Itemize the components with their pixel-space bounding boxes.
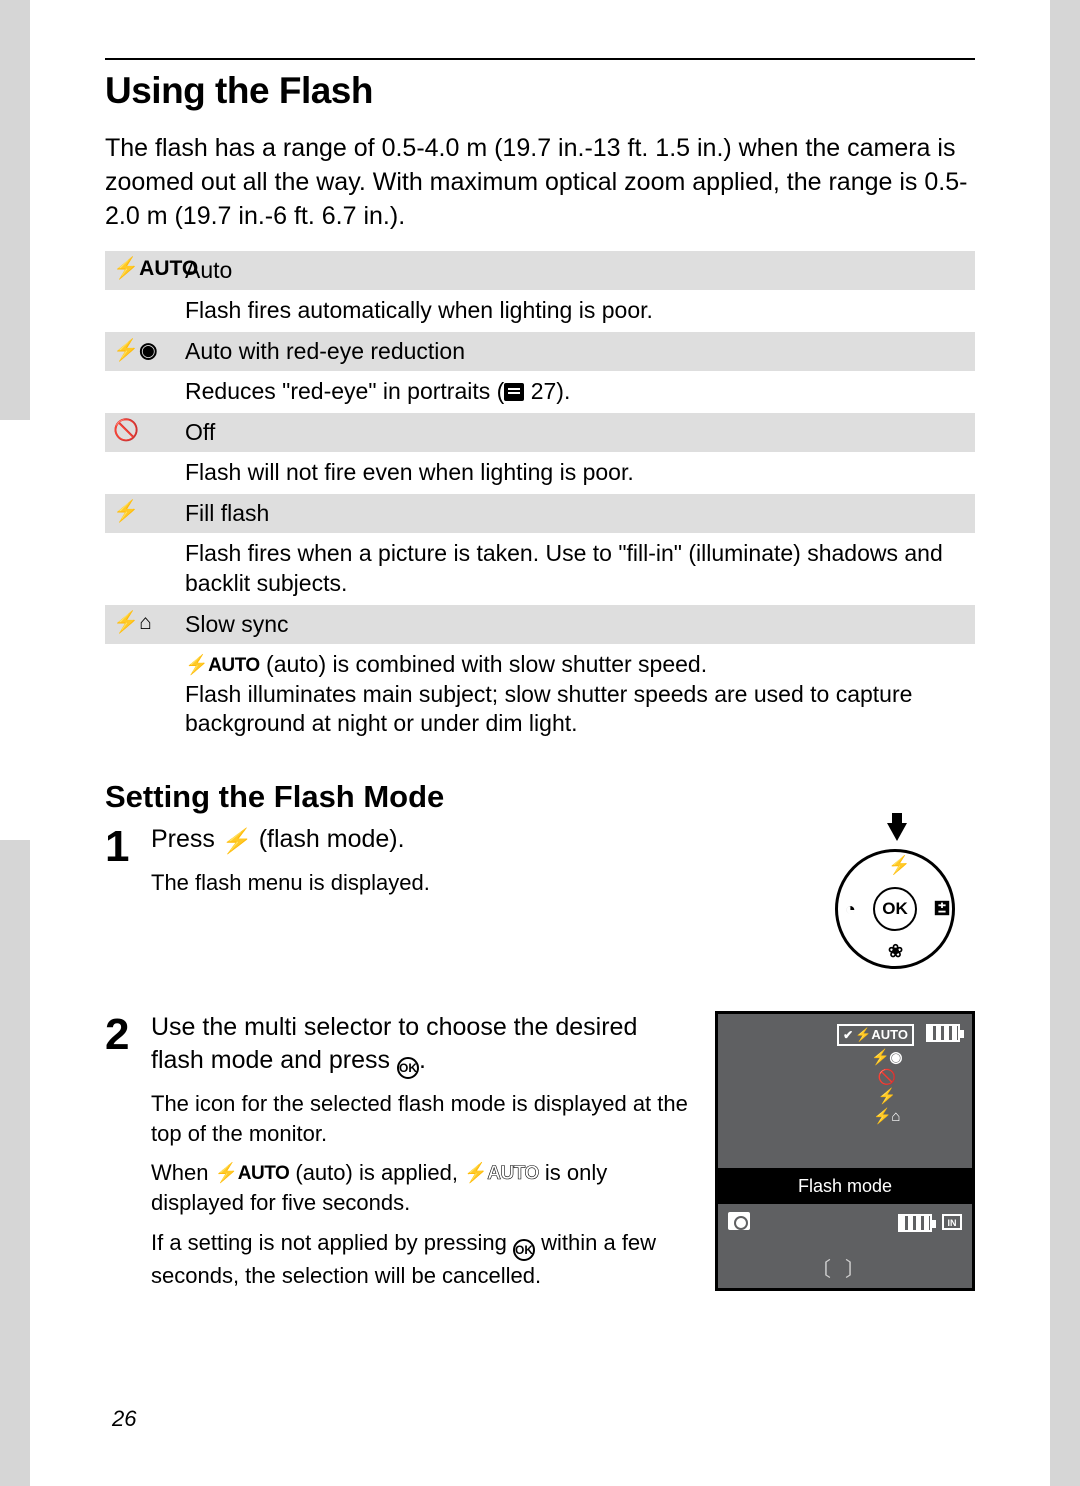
flash-auto-inline-icon: ⚡AUTO xyxy=(215,1161,290,1187)
timer-icon: ◔ xyxy=(845,899,856,920)
camera-icon xyxy=(728,1212,750,1230)
list-item: 🚫 xyxy=(871,1068,902,1088)
battery-icon xyxy=(926,1024,960,1042)
focus-brackets-icon: 〔〕 xyxy=(718,1253,972,1282)
mode-name: Off xyxy=(185,413,975,452)
step-desc: The icon for the selected flash mode is … xyxy=(151,1089,691,1148)
table-row: Reduces "red-eye" in portraits ( 27). xyxy=(105,371,975,413)
flash-icon: ⚡ xyxy=(888,855,910,876)
battery-icon xyxy=(898,1214,932,1232)
top-rule xyxy=(105,58,975,60)
table-row: ⚡◉ Auto with red-eye reduction xyxy=(105,332,975,371)
intro-paragraph: The flash has a range of 0.5-4.0 m (19.7… xyxy=(105,132,975,233)
page: Using the Flash The flash has a range of… xyxy=(30,0,1050,1486)
lcd-mode-list: ⚡◉ 🚫 ⚡ ⚡⌂ xyxy=(871,1048,902,1126)
flash-redeye-icon: ⚡◉ xyxy=(105,332,185,371)
step-desc: The flash menu is displayed. xyxy=(151,868,805,898)
table-row: ⚡AUTO Auto xyxy=(105,251,975,290)
page-number: 26 xyxy=(112,1406,136,1432)
lcd-screenshot: ✔⚡AUTO ⚡◉ 🚫 ⚡ ⚡⌂ Flash mode IN 〔〕 xyxy=(715,1011,975,1291)
arrow-down-icon xyxy=(887,823,907,841)
flash-auto-icon: ⚡AUTO xyxy=(105,251,185,290)
flash-icon: ⚡ xyxy=(220,826,254,857)
table-row: ⚡ Fill flash xyxy=(105,494,975,533)
subheading: Setting the Flash Mode xyxy=(105,779,975,815)
flash-auto-outline-icon: ⚡AUTO xyxy=(464,1161,539,1187)
multi-selector-diagram: OK ⚡ ❀ ◔ xyxy=(815,823,975,983)
mode-desc: Flash fires when a picture is taken. Use… xyxy=(185,533,975,605)
table-row: Flash fires automatically when lighting … xyxy=(105,290,975,332)
mode-desc: ⚡AUTO (auto) is combined with slow shutt… xyxy=(185,644,975,746)
table-row: 🚫 Off xyxy=(105,413,975,452)
step-title: Press ⚡ (flash mode). xyxy=(151,823,805,857)
lcd-mode-label: Flash mode xyxy=(715,1171,975,1201)
mode-name: Slow sync xyxy=(185,605,975,644)
step-desc: When ⚡AUTO (auto) is applied, ⚡AUTO is o… xyxy=(151,1158,691,1217)
table-row: ⚡AUTO (auto) is combined with slow shutt… xyxy=(105,644,975,746)
table-row: ⚡⌂ Slow sync xyxy=(105,605,975,644)
flash-auto-inline-icon: ⚡AUTO xyxy=(185,654,260,679)
macro-icon: ❀ xyxy=(888,941,903,962)
page-ref-icon xyxy=(504,383,524,401)
step-number: 2 xyxy=(105,1011,151,1300)
step-desc: If a setting is not applied by pressing … xyxy=(151,1228,691,1291)
mode-desc: Flash will not fire even when lighting i… xyxy=(185,452,975,494)
mode-desc: Flash fires automatically when lighting … xyxy=(185,290,975,332)
step-1: 1 Press ⚡ (flash mode). The flash menu i… xyxy=(105,823,975,983)
mode-name: Auto with red-eye reduction xyxy=(185,332,975,371)
table-row: Flash will not fire even when lighting i… xyxy=(105,452,975,494)
step-number: 1 xyxy=(105,823,151,983)
list-item: ⚡ xyxy=(871,1087,902,1107)
table-row: Flash fires when a picture is taken. Use… xyxy=(105,533,975,605)
lcd-selected-mode: ✔⚡AUTO xyxy=(837,1024,914,1046)
list-item: ⚡◉ xyxy=(871,1048,902,1068)
section-title: Using the Flash xyxy=(105,70,975,112)
ok-button-icon: OK xyxy=(397,1057,419,1079)
ok-button-icon: OK xyxy=(513,1239,535,1261)
step-title: Use the multi selector to choose the des… xyxy=(151,1011,691,1079)
mode-name: Fill flash xyxy=(185,494,975,533)
exposure-icon xyxy=(933,899,951,922)
step-2: 2 Use the multi selector to choose the d… xyxy=(105,1011,975,1300)
flash-mode-table: ⚡AUTO Auto Flash fires automatically whe… xyxy=(105,251,975,745)
mode-name: Auto xyxy=(185,251,975,290)
flash-slowsync-icon: ⚡⌂ xyxy=(105,605,185,644)
flash-off-icon: 🚫 xyxy=(105,413,185,452)
mode-desc: Reduces "red-eye" in portraits ( 27). xyxy=(185,371,975,413)
internal-memory-icon: IN xyxy=(942,1214,962,1230)
list-item: ⚡⌂ xyxy=(871,1107,902,1127)
flash-fill-icon: ⚡ xyxy=(105,494,185,533)
